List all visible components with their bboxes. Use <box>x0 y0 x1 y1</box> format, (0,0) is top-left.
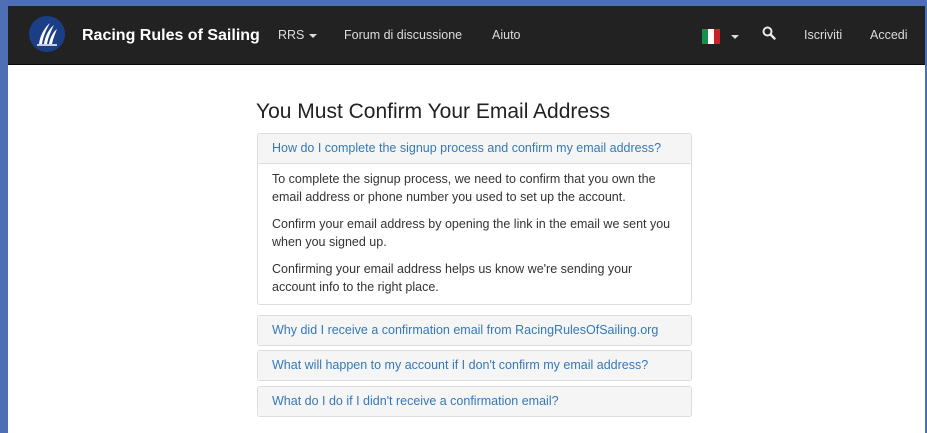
nav-rrs-dropdown[interactable]: RRS <box>278 28 318 42</box>
sailboat-logo-icon[interactable] <box>29 16 65 52</box>
faq-panel-not-received: What do I do if I didn't receive a confi… <box>257 386 692 417</box>
brand-link[interactable]: Racing Rules of Sailing <box>82 27 260 45</box>
italy-flag-icon[interactable] <box>702 29 720 44</box>
faq-question-signup[interactable]: How do I complete the signup process and… <box>258 134 691 163</box>
faq-answer-paragraph: To complete the signup process, we need … <box>272 172 656 204</box>
faq-panel-account: What will happen to my account if I don'… <box>257 350 692 381</box>
search-icon[interactable] <box>762 26 776 45</box>
faq-panel-why-email: Why did I receive a confirmation email f… <box>257 315 692 346</box>
nav-rrs-label: RRS <box>278 28 305 42</box>
faq-panel-signup: How do I complete the signup process and… <box>257 133 692 305</box>
faq-question-not-received[interactable]: What do I do if I didn't receive a confi… <box>258 387 691 416</box>
nav-help-link[interactable]: Aiuto <box>492 28 521 42</box>
faq-question-account[interactable]: What will happen to my account if I don'… <box>258 351 691 380</box>
faq-question-why-email[interactable]: Why did I receive a confirmation email f… <box>258 316 691 345</box>
faq-answer-signup: To complete the signup process, we need … <box>258 163 691 304</box>
nav-forum-link[interactable]: Forum di discussione <box>344 28 462 42</box>
faq-answer-paragraph: Confirming your email address helps us k… <box>272 262 633 294</box>
signup-link[interactable]: Iscriviti <box>804 28 842 42</box>
page-title: You Must Confirm Your Email Address <box>256 100 611 123</box>
navbar: Racing Rules of Sailing RRS Forum di dis… <box>8 6 925 65</box>
chevron-down-icon <box>309 33 318 38</box>
login-link[interactable]: Accedi <box>870 28 908 42</box>
language-chevron-down-icon[interactable] <box>731 35 739 39</box>
faq-answer-paragraph: Confirm your email address by opening th… <box>272 217 671 249</box>
